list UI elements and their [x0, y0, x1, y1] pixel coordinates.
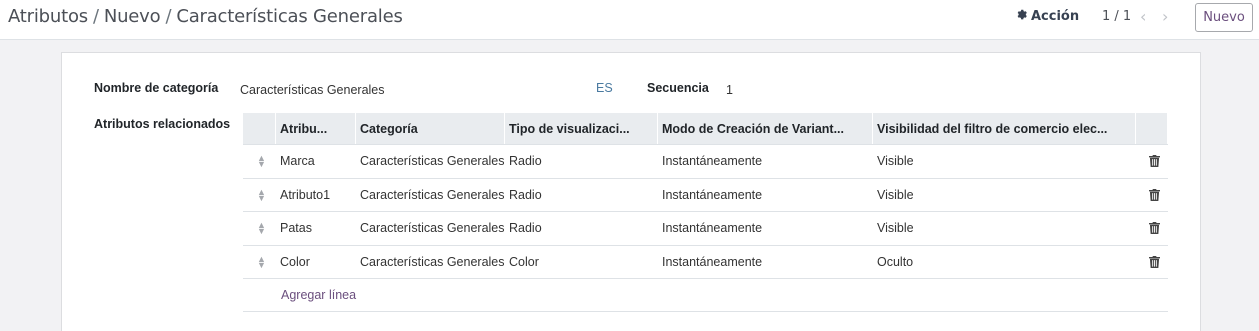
cell-display-type[interactable]: Radio: [505, 188, 658, 202]
cell-ecommerce-visibility[interactable]: Visible: [873, 221, 1136, 235]
trash-icon[interactable]: [1136, 255, 1168, 268]
cell-display-type[interactable]: Color: [505, 255, 658, 269]
breadcrumb: Atributos / Nuevo / Características Generale…: [8, 6, 403, 27]
attributes-table: Atribu... Categoría Tipo de visualizaci.…: [243, 113, 1168, 312]
delete-column-header: [1136, 113, 1168, 144]
table-row[interactable]: ▲ ▼ Marca Características Generales Radio…: [243, 145, 1168, 179]
column-header-attribute[interactable]: Atribu...: [276, 113, 356, 144]
cell-ecommerce-visibility[interactable]: Oculto: [873, 255, 1136, 269]
handle-column-header: [243, 113, 276, 144]
table-row[interactable]: ▲ ▼ Color Características Generales Color…: [243, 246, 1168, 279]
breadcrumb-item-atributos[interactable]: Atributos: [8, 6, 88, 27]
cell-variant-creation[interactable]: Instantáneamente: [658, 154, 873, 168]
control-panel: Atributos / Nuevo / Características Generale…: [0, 0, 1259, 40]
cell-category[interactable]: Características Generales: [356, 188, 505, 202]
cell-variant-creation[interactable]: Instantáneamente: [658, 221, 873, 235]
cell-category[interactable]: Características Generales: [356, 255, 505, 269]
category-name-field[interactable]: Características Generales: [240, 83, 385, 97]
action-label: Acción: [1031, 9, 1080, 24]
cell-category[interactable]: Características Generales: [356, 154, 505, 168]
chevron-left-icon[interactable]: ‹: [1140, 7, 1146, 26]
trash-icon[interactable]: [1136, 155, 1168, 168]
cell-variant-creation[interactable]: Instantáneamente: [658, 188, 873, 202]
cell-display-type[interactable]: Radio: [505, 221, 658, 235]
sequence-label: Secuencia: [647, 81, 709, 95]
pager-value[interactable]: 1 / 1: [1102, 9, 1131, 24]
drag-handle-icon[interactable]: ▲ ▼: [243, 189, 276, 201]
category-name-label: Nombre de categoría: [94, 81, 219, 95]
table-header: Atribu... Categoría Tipo de visualizaci.…: [243, 113, 1168, 145]
cell-attribute[interactable]: Atributo1: [276, 188, 356, 202]
table-row[interactable]: ▲ ▼ Patas Características Generales Radio…: [243, 212, 1168, 246]
cell-ecommerce-visibility[interactable]: Visible: [873, 154, 1136, 168]
language-badge[interactable]: ES: [596, 81, 613, 95]
sequence-field[interactable]: 1: [726, 83, 733, 97]
column-header-ecommerce-visibility[interactable]: Visibilidad del filtro de comercio elec.…: [873, 113, 1136, 144]
cell-category[interactable]: Características Generales: [356, 221, 505, 235]
breadcrumb-separator: /: [165, 6, 172, 27]
cell-variant-creation[interactable]: Instantáneamente: [658, 255, 873, 269]
cell-attribute[interactable]: Patas: [276, 221, 356, 235]
column-header-variant-creation[interactable]: Modo de Creación de Variant...: [658, 113, 873, 144]
new-button[interactable]: Nuevo: [1195, 3, 1253, 32]
cell-attribute[interactable]: Color: [276, 255, 356, 269]
chevron-right-icon[interactable]: ›: [1162, 7, 1168, 26]
drag-handle-icon[interactable]: ▲ ▼: [243, 256, 276, 268]
add-line-link[interactable]: Agregar línea: [281, 288, 356, 302]
gear-icon: [1016, 9, 1027, 24]
cell-ecommerce-visibility[interactable]: Visible: [873, 188, 1136, 202]
breadcrumb-current: Características Generales: [176, 6, 403, 27]
drag-handle-icon[interactable]: ▲ ▼: [243, 222, 276, 234]
breadcrumb-item-nuevo[interactable]: Nuevo: [104, 6, 161, 27]
cell-display-type[interactable]: Radio: [505, 154, 658, 168]
trash-icon[interactable]: [1136, 188, 1168, 201]
column-header-category[interactable]: Categoría: [356, 113, 505, 144]
trash-icon[interactable]: [1136, 222, 1168, 235]
cell-attribute[interactable]: Marca: [276, 154, 356, 168]
column-header-display-type[interactable]: Tipo de visualizaci...: [505, 113, 658, 144]
add-line-row: Agregar línea: [243, 279, 1168, 312]
breadcrumb-separator: /: [92, 6, 99, 27]
table-row[interactable]: ▲ ▼ Atributo1 Características Generales R…: [243, 179, 1168, 212]
related-attributes-label: Atributos relacionados: [94, 117, 231, 131]
action-menu-button[interactable]: Acción: [1016, 9, 1079, 24]
drag-handle-icon[interactable]: ▲ ▼: [243, 155, 276, 167]
